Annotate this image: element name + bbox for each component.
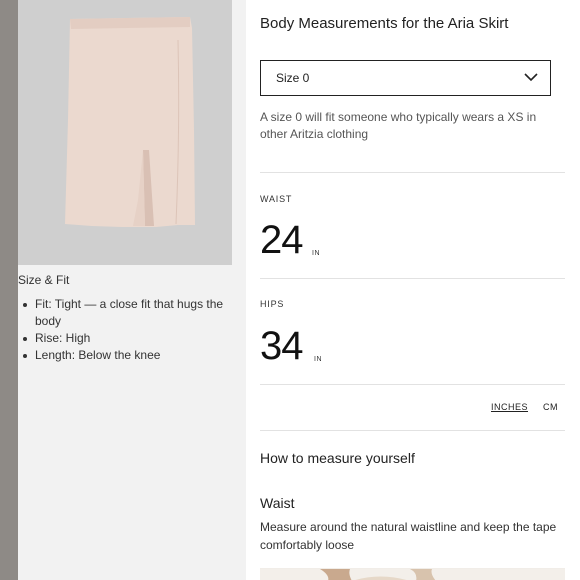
product-panel: Size & Fit Fit: Tight — a close fit that… — [18, 0, 246, 580]
fit-item-fit: Fit: Tight — a close fit that hugs the b… — [23, 296, 245, 330]
how-to-measure-heading: How to measure yourself — [260, 450, 415, 466]
size-select-value: Size 0 — [276, 71, 310, 85]
size-select[interactable]: Size 0 — [260, 60, 551, 96]
hips-value: 34 — [260, 324, 303, 368]
size-fit-heading: Size & Fit — [18, 273, 70, 287]
waist-label: WAIST — [260, 194, 293, 204]
chevron-down-icon — [524, 73, 538, 82]
measurements-sheet: Body Measurements for the Aria Skirt Siz… — [246, 0, 580, 580]
divider — [260, 172, 565, 173]
model-photo — [260, 569, 565, 580]
divider — [260, 278, 565, 279]
hips-unit: IN — [314, 356, 322, 363]
skirt-image — [18, 0, 232, 265]
divider — [260, 430, 565, 431]
fit-item-rise: Rise: High — [23, 330, 245, 347]
waist-unit: IN — [312, 250, 320, 257]
page-edge — [0, 0, 18, 580]
fit-item-length: Length: Below the knee — [23, 347, 245, 364]
waist-instruction-text: Measure around the natural waistline and… — [260, 520, 557, 552]
gutter — [232, 0, 246, 580]
size-note: A size 0 will fit someone who typically … — [260, 110, 537, 141]
hips-label: HIPS — [260, 299, 285, 309]
how-to-measure-image — [260, 568, 565, 580]
divider — [260, 384, 565, 385]
unit-toggle-cm[interactable]: CM — [543, 402, 558, 412]
sheet-title: Body Measurements for the Aria Skirt — [260, 15, 509, 32]
waist-instruction-heading: Waist — [260, 495, 295, 511]
unit-toggle-inches[interactable]: INCHES — [491, 402, 528, 412]
fit-list: Fit: Tight — a close fit that hugs the b… — [23, 296, 245, 364]
waist-value: 24 — [260, 218, 303, 262]
product-image — [18, 0, 232, 265]
